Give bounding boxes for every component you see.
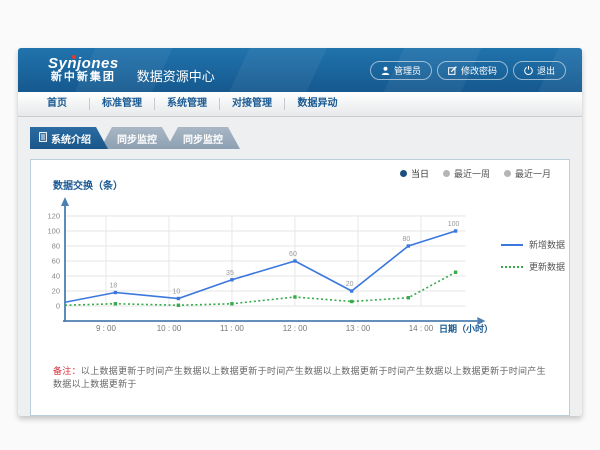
svg-text:18: 18 — [110, 283, 118, 290]
svg-text:60: 60 — [289, 251, 297, 258]
svg-text:9 : 00: 9 : 00 — [96, 324, 117, 333]
change-password-button[interactable]: 修改密码 — [437, 61, 508, 80]
footnote: 备注：以上数据更新于时间产生数据以上数据更新于时间产生数据以上数据更新于时间产生… — [53, 364, 553, 390]
time-range-radios: 当日 最近一周 最近一月 — [400, 167, 551, 180]
chart-y-axis-title: 数据交换（条） — [53, 177, 123, 192]
chart-legend: 新增数据 更新数据 — [501, 238, 565, 273]
svg-text:10: 10 — [173, 289, 181, 296]
tab-sync-monitor-1[interactable]: 同步监控 — [100, 127, 174, 149]
radio-dot — [400, 170, 407, 177]
svg-text:60: 60 — [52, 257, 60, 266]
tab-system-intro[interactable]: 系统介绍 — [30, 127, 108, 149]
svg-text:80: 80 — [402, 236, 410, 243]
tab-sync-monitor-2[interactable]: 同步监控 — [166, 127, 240, 149]
legend-line-dotted — [501, 266, 523, 268]
nav-item-standard-mgmt[interactable]: 标准管理 — [90, 98, 155, 110]
svg-text:20: 20 — [346, 281, 354, 288]
svg-text:日期（小时）: 日期（小时） — [439, 323, 493, 334]
nav-item-system-mgmt[interactable]: 系统管理 — [155, 98, 220, 110]
svg-text:11 : 00: 11 : 00 — [220, 324, 244, 333]
document-icon — [39, 132, 47, 145]
header: Synjones 新中新集团 数据资源中心 管理员 修改密码 退出 — [18, 48, 582, 92]
svg-text:100: 100 — [448, 221, 460, 228]
radio-dot — [504, 170, 511, 177]
tab-bar: 系统介绍 同步监控 同步监控 — [30, 127, 582, 149]
radio-last-month[interactable]: 最近一月 — [504, 167, 551, 180]
radio-last-week[interactable]: 最近一周 — [443, 167, 490, 180]
page-title: 数据资源中心 — [137, 66, 215, 85]
edit-icon — [448, 66, 457, 75]
chart-panel: 当日 最近一周 最近一月 数据交换（条） 0 20 40 60 80 100 120 9 : … — [30, 159, 570, 416]
logout-button[interactable]: 退出 — [513, 61, 566, 80]
svg-text:14 : 00: 14 : 00 — [409, 324, 434, 333]
svg-text:100: 100 — [47, 227, 60, 236]
svg-text:12 : 00: 12 : 00 — [283, 324, 308, 333]
power-icon — [524, 66, 533, 75]
svg-text:0: 0 — [56, 302, 60, 311]
user-button[interactable]: 管理员 — [370, 61, 432, 80]
svg-text:120: 120 — [47, 212, 60, 221]
footnote-text: 以上数据更新于时间产生数据以上数据更新于时间产生数据以上数据更新于时间产生数据以… — [53, 366, 546, 389]
brand-logo: Synjones 新中新集团 — [48, 56, 119, 83]
svg-text:80: 80 — [52, 242, 60, 251]
svg-text:35: 35 — [226, 270, 234, 277]
legend-line-solid — [501, 244, 523, 246]
radio-dot — [443, 170, 450, 177]
user-icon — [381, 66, 390, 75]
svg-text:40: 40 — [52, 272, 60, 281]
line-chart: 0 20 40 60 80 100 120 9 : 00 10 : 00 11 : 00 12 : … — [35, 194, 495, 334]
nav-item-connect-mgmt[interactable]: 对接管理 — [220, 98, 285, 110]
legend-updated-data: 更新数据 — [501, 260, 565, 273]
chart-svg: 0 20 40 60 80 100 120 9 : 00 10 : 00 11 : 00 12 : … — [35, 194, 495, 334]
user-menu: 管理员 修改密码 退出 — [370, 61, 566, 80]
svg-text:10 : 00: 10 : 00 — [157, 324, 182, 333]
main-nav: 首页 标准管理 系统管理 对接管理 数据异动 — [18, 92, 582, 117]
svg-text:13 : 00: 13 : 00 — [346, 324, 371, 333]
content-area: 系统介绍 同步监控 同步监控 当日 最近一周 最近一月 数据交换（条） 0 20 4… — [18, 127, 582, 426]
nav-item-data-change[interactable]: 数据异动 — [285, 98, 350, 110]
svg-text:20: 20 — [52, 287, 60, 296]
brand-logo-cn: 新中新集团 — [48, 72, 119, 84]
footnote-prefix: 备注： — [53, 366, 81, 376]
radio-today[interactable]: 当日 — [400, 167, 429, 180]
legend-new-data: 新增数据 — [501, 238, 565, 251]
nav-item-home[interactable]: 首页 — [25, 98, 90, 110]
brand-logo-en: Synjones — [48, 56, 119, 72]
app-window: Synjones 新中新集团 数据资源中心 管理员 修改密码 退出 — [18, 48, 582, 416]
